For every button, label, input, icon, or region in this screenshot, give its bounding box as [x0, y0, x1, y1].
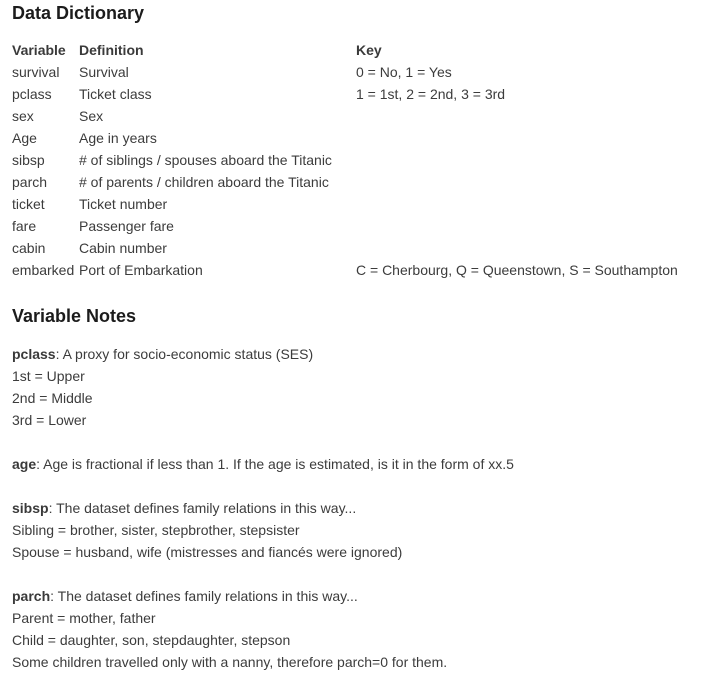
- note-text: : Age is fractional if less than 1. If t…: [36, 456, 514, 472]
- cell-variable: fare: [12, 218, 37, 234]
- cell-key: C = Cherbourg, Q = Queenstown, S = South…: [356, 262, 678, 278]
- cell-definition: Ticket class: [79, 86, 152, 102]
- cell-variable: sibsp: [12, 152, 45, 168]
- cell-definition: # of parents / children aboard the Titan…: [79, 174, 329, 190]
- note-line: 3rd = Lower: [12, 412, 87, 428]
- table-row: ticket Ticket number: [12, 193, 678, 215]
- note-line: Child = daughter, son, stepdaughter, ste…: [12, 632, 291, 648]
- cell-definition: Passenger fare: [79, 218, 174, 234]
- cell-key: [356, 127, 678, 149]
- cell-definition: Ticket number: [79, 196, 168, 212]
- note-age-intro: age: Age is fractional if less than 1. I…: [12, 453, 514, 475]
- header-key: Key: [356, 42, 382, 58]
- table-header-row: Variable Definition Key: [12, 39, 678, 61]
- note-line: Some children travelled only with a nann…: [12, 654, 448, 670]
- cell-variable: survival: [12, 64, 60, 80]
- cell-variable: cabin: [12, 240, 46, 256]
- cell-variable: Age: [12, 130, 37, 146]
- cell-definition: Sex: [79, 108, 104, 124]
- cell-variable: pclass: [12, 86, 52, 102]
- cell-variable: sex: [12, 108, 34, 124]
- cell-key: [356, 105, 678, 127]
- cell-key: [356, 237, 678, 259]
- header-variable: Variable: [12, 42, 66, 58]
- cell-variable: parch: [12, 174, 48, 190]
- table-row: fare Passenger fare: [12, 215, 678, 237]
- variable-notes-heading: Variable Notes: [12, 306, 137, 326]
- cell-key: [356, 215, 678, 237]
- cell-variable: ticket: [12, 196, 45, 212]
- table-row: sex Sex: [12, 105, 678, 127]
- cell-definition: Port of Embarkation: [79, 262, 203, 278]
- header-definition: Definition: [79, 42, 144, 58]
- note-term: age: [12, 456, 37, 472]
- table-row: cabin Cabin number: [12, 237, 678, 259]
- note-text: : The dataset defines family relations i…: [50, 588, 358, 604]
- table-row: parch # of parents / children aboard the…: [12, 171, 678, 193]
- note-parch-intro: parch: The dataset defines family relati…: [12, 585, 514, 607]
- note-term: pclass: [12, 346, 56, 362]
- data-dictionary-table: Variable Definition Key survival Surviva…: [12, 39, 678, 281]
- note-sibsp-intro: sibsp: The dataset defines family relati…: [12, 497, 514, 519]
- cell-definition: Survival: [79, 64, 129, 80]
- table-row: survival Survival 0 = No, 1 = Yes: [12, 61, 678, 83]
- cell-key: [356, 193, 678, 215]
- cell-key: [356, 171, 678, 193]
- variable-notes: pclass: A proxy for socio-economic statu…: [12, 343, 514, 673]
- cell-definition: # of siblings / spouses aboard the Titan…: [79, 152, 332, 168]
- note-line: 1st = Upper: [12, 368, 85, 384]
- note-pclass-intro: pclass: A proxy for socio-economic statu…: [12, 343, 514, 365]
- note-term: sibsp: [12, 500, 49, 516]
- cell-key: 1 = 1st, 2 = 2nd, 3 = 3rd: [356, 86, 506, 102]
- note-text: : The dataset defines family relations i…: [48, 500, 357, 516]
- cell-key: 0 = No, 1 = Yes: [356, 64, 452, 80]
- document-page: Data Dictionary Variable Definition Key …: [12, 0, 708, 680]
- table-row: pclass Ticket class 1 = 1st, 2 = 2nd, 3 …: [12, 83, 678, 105]
- cell-variable: embarked: [12, 262, 75, 278]
- cell-key: [356, 149, 678, 171]
- table-row: embarked Port of Embarkation C = Cherbou…: [12, 259, 678, 281]
- note-text: : A proxy for socio-economic status (SES…: [55, 346, 314, 362]
- note-line: Parent = mother, father: [12, 610, 156, 626]
- table-row: sibsp # of siblings / spouses aboard the…: [12, 149, 678, 171]
- cell-definition: Age in years: [79, 130, 157, 146]
- note-term: parch: [12, 588, 51, 604]
- note-line: Spouse = husband, wife (mistresses and f…: [12, 544, 403, 560]
- note-line: 2nd = Middle: [12, 390, 93, 406]
- note-line: Sibling = brother, sister, stepbrother, …: [12, 522, 300, 538]
- data-dictionary-heading: Data Dictionary: [12, 3, 145, 23]
- table-row: Age Age in years: [12, 127, 678, 149]
- cell-definition: Cabin number: [79, 240, 167, 256]
